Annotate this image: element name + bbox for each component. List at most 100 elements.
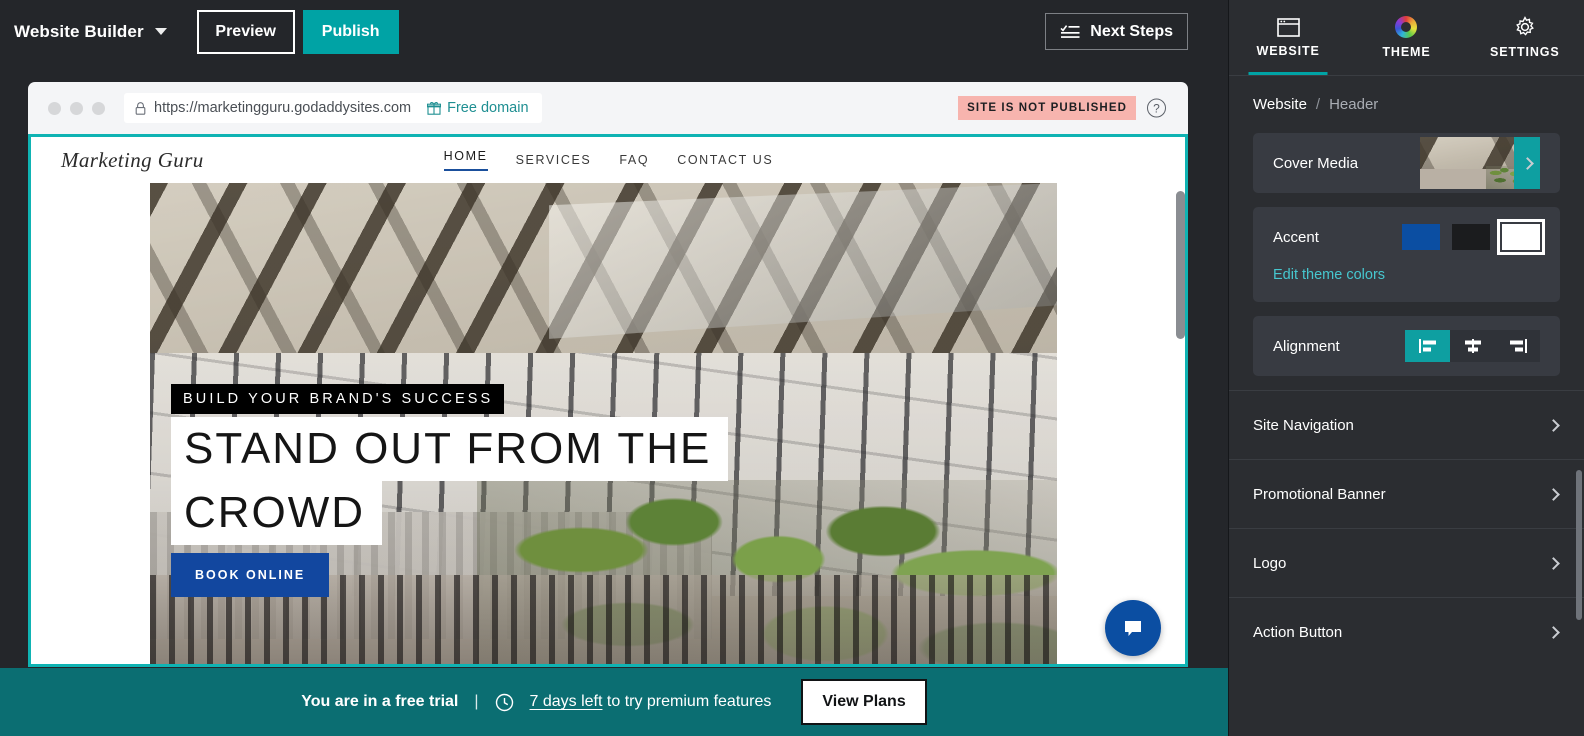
sidebar-item-label: Logo	[1253, 554, 1287, 572]
hero-section[interactable]: BUILD YOUR BRAND'S SUCCESS STAND OUT FRO…	[150, 183, 1057, 664]
tab-settings-label: SETTINGS	[1489, 45, 1560, 59]
site-nav-home[interactable]: HOME	[443, 149, 488, 171]
sidebar-tabs: WEBSITE THEME SETTINGS	[1229, 0, 1584, 76]
sidebar-item-label: Promotional Banner	[1253, 485, 1386, 503]
sidebar-item-promotional-banner[interactable]: Promotional Banner	[1229, 459, 1584, 528]
browser-window-icon	[1276, 17, 1300, 37]
free-domain-label: Free domain	[447, 100, 529, 116]
help-icon[interactable]: ?	[1147, 98, 1166, 118]
hero-eyebrow: BUILD YOUR BRAND'S SUCCESS	[171, 384, 505, 414]
preview-button[interactable]: Preview	[196, 9, 295, 54]
alignment-options	[1405, 330, 1540, 362]
accent-label: Accent	[1273, 228, 1319, 246]
chevron-right-icon	[1547, 625, 1560, 639]
chat-bubble-icon	[1125, 621, 1141, 636]
sidebar-item-label: Site Navigation	[1253, 416, 1354, 434]
edit-theme-colors-link[interactable]: Edit theme colors	[1253, 267, 1560, 302]
sidebar-scrollbar-thumb[interactable]	[1576, 470, 1582, 620]
chat-bubble-button[interactable]	[1105, 600, 1161, 656]
cover-media-label: Cover Media	[1273, 154, 1359, 172]
accent-swatches	[1402, 219, 1545, 255]
breadcrumb-leaf: Header	[1329, 96, 1379, 113]
site-nav-faq[interactable]: FAQ	[619, 153, 649, 167]
browser-chrome-bar: https://marketingguru.godaddysites.com F…	[28, 82, 1188, 134]
hero-headline-line2: CROWD	[171, 481, 383, 546]
tab-settings[interactable]: SETTINGS	[1466, 0, 1584, 75]
chevron-right-icon	[1547, 487, 1560, 501]
preview-scrollbar[interactable]	[1176, 189, 1185, 664]
alignment-row: Alignment	[1253, 316, 1560, 376]
tab-theme-label: THEME	[1382, 45, 1431, 59]
site-nav-contact-us[interactable]: CONTACT US	[677, 153, 773, 167]
app-brand-label: Website Builder	[14, 21, 144, 41]
website-builder-app: Website Builder Preview Publish Next Ste…	[0, 0, 1584, 736]
free-trial-banner: You are in a free trial | 7 days left to…	[0, 668, 1228, 736]
align-left-icon	[1418, 339, 1436, 353]
sidebar-scrollbar[interactable]	[1576, 130, 1582, 730]
accent-swatch-blue[interactable]	[1402, 224, 1440, 250]
sidebar-item-action-button[interactable]: Action Button	[1229, 597, 1584, 666]
breadcrumb-separator: /	[1315, 96, 1321, 113]
sidebar-item-site-navigation[interactable]: Site Navigation	[1229, 390, 1584, 459]
breadcrumb: Website / Header	[1229, 76, 1584, 133]
preview-canvas: https://marketingguru.godaddysites.com F…	[28, 82, 1188, 667]
window-dot	[70, 101, 83, 115]
accent-swatch-white[interactable]	[1497, 219, 1545, 255]
chevron-down-icon[interactable]	[154, 28, 167, 35]
sidebar-item-label: Action Button	[1253, 623, 1343, 641]
url-bar[interactable]: https://marketingguru.godaddysites.com F…	[124, 93, 542, 123]
preview-scrollbar-thumb[interactable]	[1176, 191, 1185, 339]
alignment-label: Alignment	[1273, 337, 1340, 355]
checklist-icon	[1060, 25, 1080, 38]
tab-website-label: WEBSITE	[1256, 43, 1320, 58]
cover-media-row[interactable]: Cover Media	[1253, 133, 1560, 193]
status-badge: SITE IS NOT PUBLISHED	[958, 96, 1136, 120]
cover-media-chevron[interactable]	[1514, 137, 1540, 189]
tab-theme[interactable]: THEME	[1347, 0, 1465, 75]
site-logo[interactable]: Marketing Guru	[61, 148, 204, 173]
next-steps-label: Next Steps	[1090, 22, 1173, 40]
align-center-button[interactable]	[1450, 330, 1495, 362]
gift-icon	[427, 102, 442, 115]
trial-days-left[interactable]: 7 days left	[530, 693, 603, 710]
window-dot	[92, 101, 105, 115]
trial-separator: |	[474, 693, 479, 710]
site-nav-services[interactable]: SERVICES	[516, 153, 592, 167]
url-text: https://marketingguru.godaddysites.com	[154, 100, 412, 116]
gear-icon	[1515, 16, 1534, 36]
cover-media-thumbnail[interactable]	[1420, 137, 1540, 189]
accent-swatch-black[interactable]	[1452, 224, 1490, 250]
free-domain-link[interactable]: Free domain	[427, 100, 529, 116]
chevron-right-icon	[1547, 556, 1560, 570]
publish-button[interactable]: Publish	[302, 9, 399, 54]
next-steps-button[interactable]: Next Steps	[1045, 13, 1188, 50]
align-right-button[interactable]	[1495, 330, 1540, 362]
tab-website[interactable]: WEBSITE	[1229, 0, 1347, 75]
view-plans-button[interactable]: View Plans	[801, 679, 927, 725]
right-sidebar: WEBSITE THEME SETTINGS Website / Header …	[1228, 0, 1584, 736]
hero-headline-line1: STAND OUT FROM THE	[171, 417, 729, 482]
app-brand[interactable]: Website Builder	[14, 22, 167, 42]
align-right-icon	[1509, 339, 1527, 353]
lock-icon	[135, 101, 146, 115]
align-left-button[interactable]	[1405, 330, 1450, 362]
trial-title: You are in a free trial	[301, 693, 459, 710]
window-dot	[48, 101, 61, 115]
trial-suffix: to try premium features	[602, 693, 772, 710]
top-toolbar: Website Builder Preview Publish Next Ste…	[0, 0, 1228, 63]
chevron-right-icon	[1520, 156, 1534, 170]
color-wheel-icon	[1395, 16, 1418, 38]
site-preview-frame[interactable]: Marketing Guru HOME SERVICES FAQ CONTACT…	[28, 134, 1188, 667]
sidebar-item-logo[interactable]: Logo	[1229, 528, 1584, 597]
window-dots	[48, 101, 105, 115]
accent-panel: Accent Edit theme colors	[1253, 207, 1560, 302]
chevron-right-icon	[1547, 418, 1560, 432]
hero-headline: STAND OUT FROM THE CROWD	[171, 417, 729, 546]
clock-icon	[495, 693, 513, 711]
breadcrumb-root[interactable]: Website	[1253, 96, 1307, 113]
trial-message: 7 days left to try premium features	[530, 693, 772, 711]
site-navigation: HOME SERVICES FAQ CONTACT US	[443, 149, 774, 171]
cover-media-panel: Cover Media	[1253, 133, 1560, 193]
book-online-button[interactable]: BOOK ONLINE	[171, 553, 330, 597]
site-header: Marketing Guru HOME SERVICES FAQ CONTACT…	[31, 137, 1185, 183]
